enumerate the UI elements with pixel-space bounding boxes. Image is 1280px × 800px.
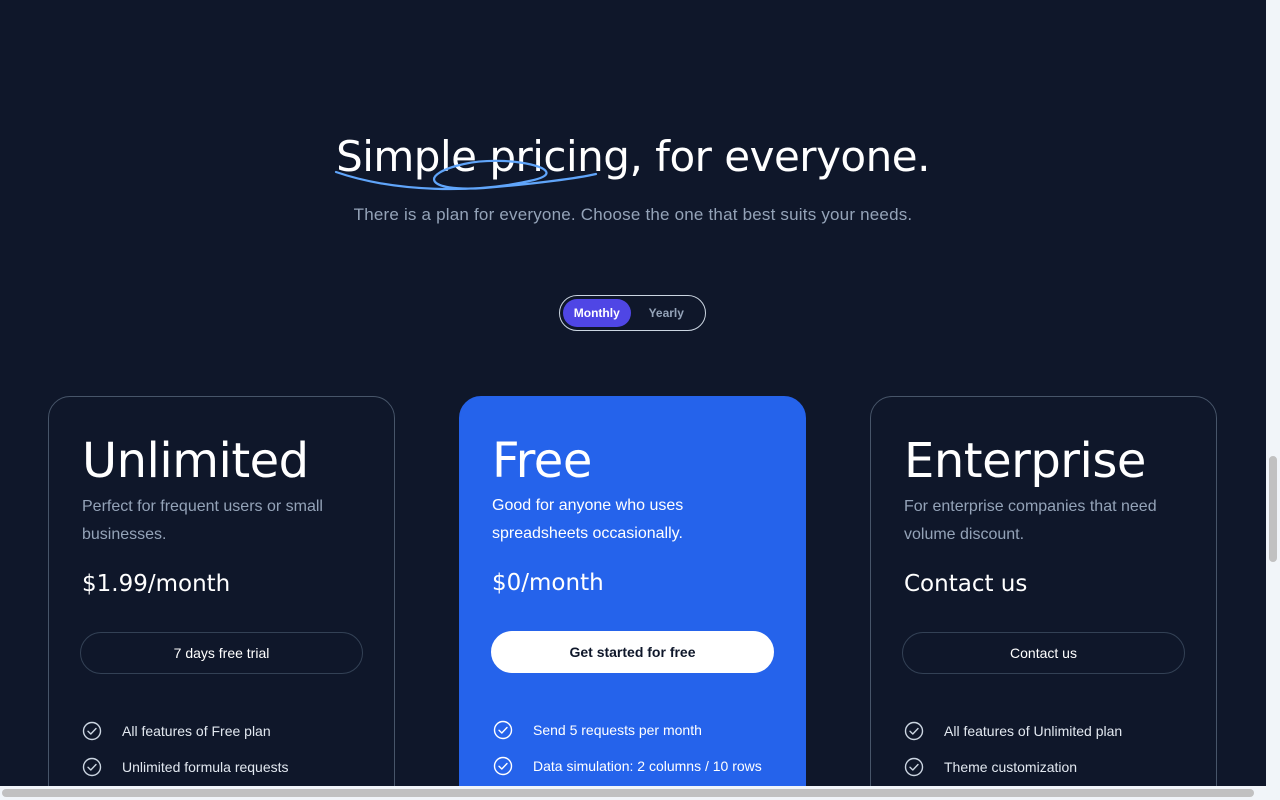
feature-label: Theme customization	[944, 759, 1078, 775]
plan-name: Enterprise	[904, 433, 1146, 489]
feature-item: All features of Free plan	[82, 713, 289, 749]
title-highlight: Simple pricing	[336, 132, 630, 181]
plan-price: Contact us	[904, 571, 1028, 597]
monthly-toggle-button[interactable]: Monthly	[563, 299, 631, 327]
yearly-toggle-button[interactable]: Yearly	[631, 299, 702, 327]
title-rest: , for everyone.	[629, 132, 930, 181]
feature-label: All features of Unlimited plan	[944, 723, 1123, 739]
feature-label: Data simulation: 2 columns / 10 rows	[533, 758, 762, 774]
pricing-page: Simple pricing , for everyone. There is …	[0, 0, 1266, 786]
feature-item: Send 5 requests per month	[493, 712, 762, 748]
plan-description: Perfect for frequent users or small busi…	[82, 498, 323, 543]
plan-card-enterprise: Enterprise For enterprise companies that…	[870, 396, 1217, 786]
feature-list: All features of Unlimited plan Theme cus…	[904, 713, 1122, 785]
feature-list: Send 5 requests per month Data simulatio…	[493, 712, 762, 784]
plan-card-free: Free Good for anyone who uses spreadshee…	[459, 396, 806, 786]
page-title: Simple pricing , for everyone.	[0, 132, 1266, 191]
check-circle-icon	[904, 757, 924, 777]
contact-us-button[interactable]: Contact us	[902, 632, 1185, 674]
feature-list: All features of Free plan Unlimited form…	[82, 713, 289, 785]
page-subtitle: There is a plan for everyone. Choose the…	[353, 205, 913, 224]
feature-label: Unlimited formula requests	[122, 759, 289, 775]
feature-item: Unlimited formula requests	[82, 749, 289, 785]
plan-card-unlimited: Unlimited Perfect for frequent users or …	[48, 396, 395, 786]
plan-price: $0/month	[492, 570, 604, 596]
plan-description: For enterprise companies that need volum…	[904, 498, 1157, 543]
feature-item: All features of Unlimited plan	[904, 713, 1122, 749]
feature-item: Theme customization	[904, 749, 1122, 785]
check-circle-icon	[904, 721, 924, 741]
plan-name: Free	[492, 433, 592, 489]
plan-description: Good for anyone who uses spreadsheets oc…	[492, 497, 684, 542]
feature-label: All features of Free plan	[122, 723, 271, 739]
title-highlight-wrap: Simple pricing	[334, 132, 630, 191]
check-circle-icon	[82, 757, 102, 777]
vertical-scroll-thumb[interactable]	[1269, 456, 1277, 562]
get-started-button[interactable]: Get started for free	[491, 631, 774, 673]
plan-price: $1.99/month	[82, 571, 231, 597]
plan-name: Unlimited	[82, 433, 309, 489]
check-circle-icon	[82, 721, 102, 741]
check-circle-icon	[493, 756, 513, 776]
feature-label: Send 5 requests per month	[533, 722, 702, 738]
free-trial-button[interactable]: 7 days free trial	[80, 632, 363, 674]
horizontal-scroll-thumb[interactable]	[2, 789, 1254, 797]
horizontal-scrollbar[interactable]	[0, 786, 1280, 800]
feature-item: Data simulation: 2 columns / 10 rows	[493, 748, 762, 784]
billing-toggle: Monthly Yearly	[559, 295, 706, 331]
check-circle-icon	[493, 720, 513, 740]
vertical-scrollbar[interactable]	[1266, 0, 1280, 786]
